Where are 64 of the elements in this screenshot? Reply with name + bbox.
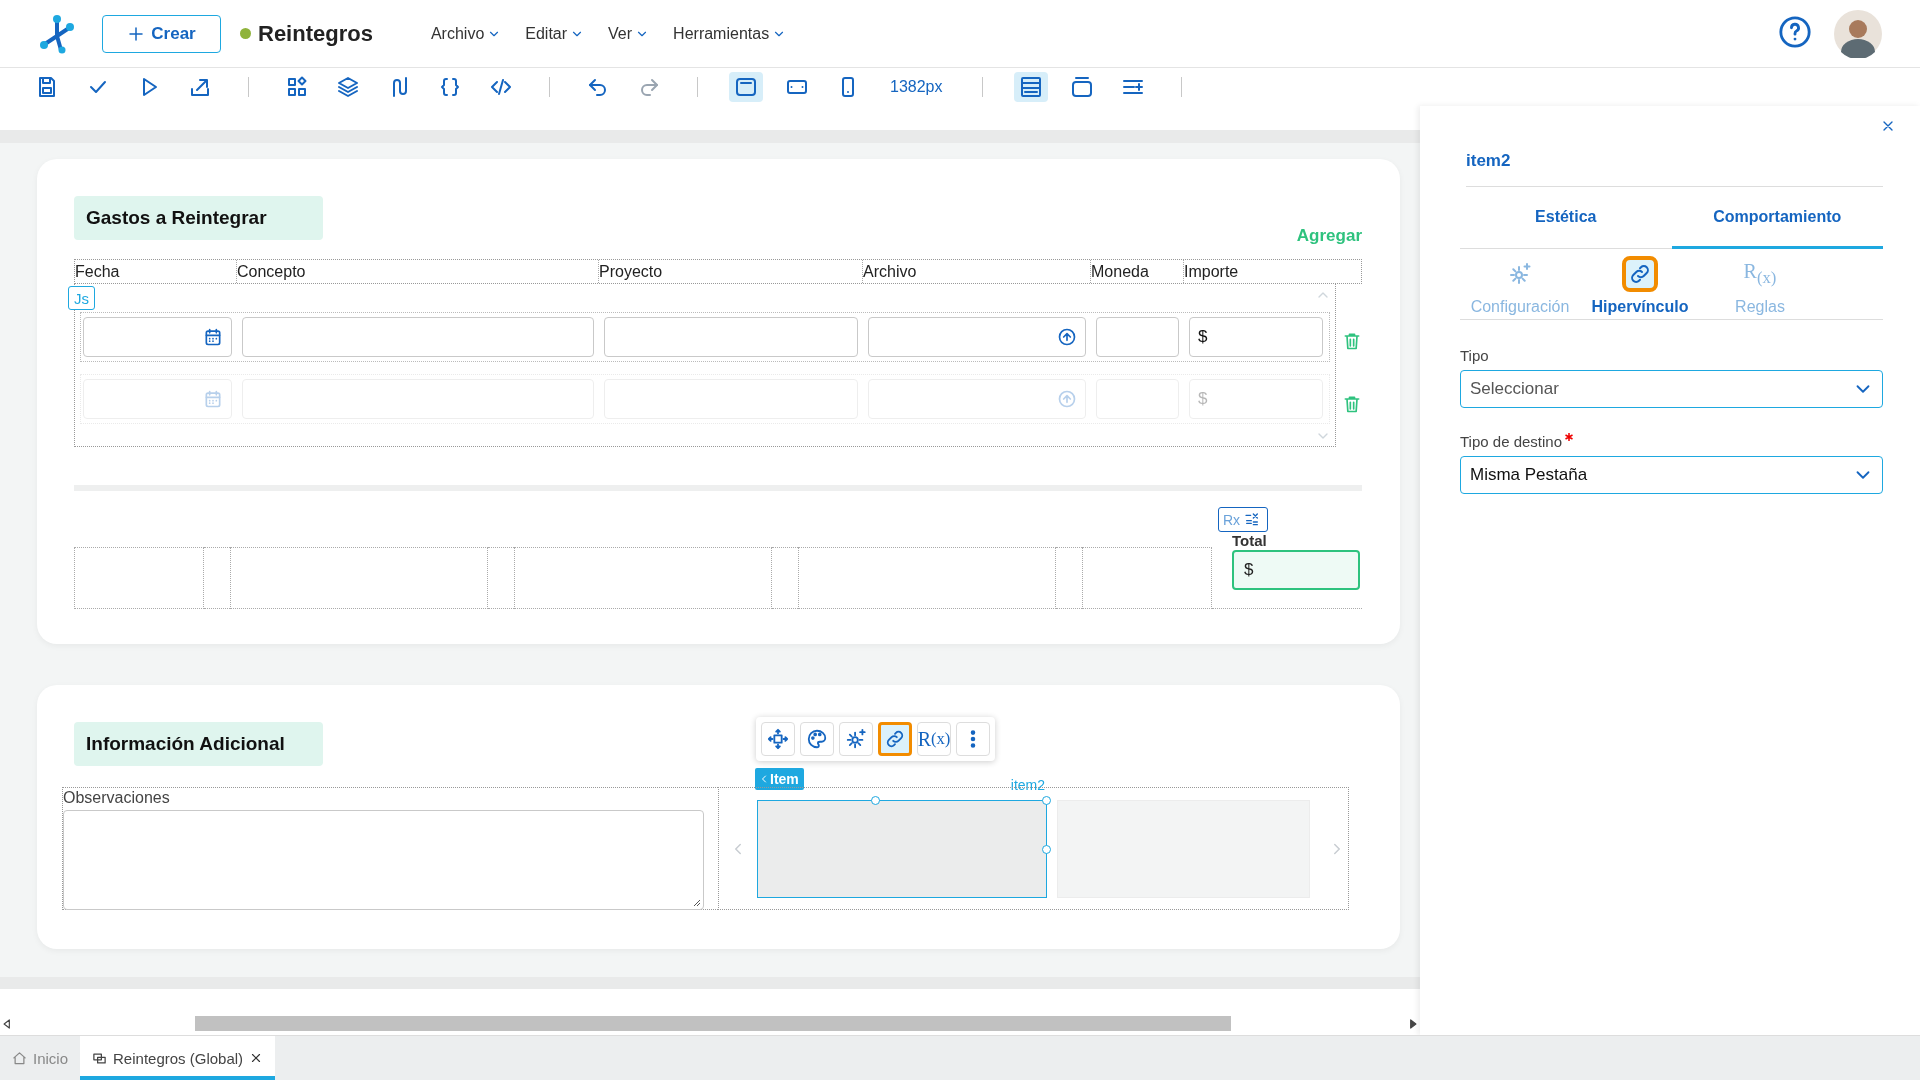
tab[interactable]: Estética: [1460, 187, 1672, 249]
resize-handle[interactable]: [1042, 844, 1051, 854]
file-field[interactable]: [868, 317, 1086, 357]
text-field[interactable]: [604, 317, 858, 357]
menu-item[interactable]: Ver: [608, 24, 650, 43]
scrollbar-thumb[interactable]: [195, 1016, 1231, 1031]
column-header: Archivo: [863, 260, 1091, 283]
avatar-icon[interactable]: [1834, 9, 1882, 58]
currency-field[interactable]: $: [1189, 317, 1323, 357]
help-icon: [1778, 14, 1812, 49]
menu-item[interactable]: Herramientas: [673, 24, 787, 43]
upload-icon: [1057, 327, 1077, 347]
settings-icon: [1508, 262, 1532, 286]
move-icon[interactable]: [761, 722, 795, 756]
text-field[interactable]: [1096, 317, 1179, 357]
column-header: Fecha: [75, 260, 237, 283]
panel-title: item2: [1466, 151, 1883, 187]
select-field[interactable]: Seleccionar: [1460, 370, 1883, 408]
total-field[interactable]: $: [1232, 550, 1360, 590]
calendar-icon: [203, 327, 223, 347]
field-label: Observaciones: [63, 788, 171, 808]
canvas-width-label: 1382px: [890, 78, 943, 96]
menu-item[interactable]: Editar: [525, 24, 585, 43]
field-label: Tipo: [1460, 347, 1489, 364]
field-label: Tipo de destino: [1460, 433, 1562, 450]
rules-icon: R$_{(x)}$: [1743, 260, 1777, 288]
resize-handle[interactable]: [1042, 795, 1051, 805]
trash-icon: [1342, 394, 1362, 414]
section-title: Información Adicional: [74, 722, 323, 766]
column-header: Proyecto: [599, 260, 863, 283]
link-icon[interactable]: [878, 722, 912, 756]
settings-icon[interactable]: [839, 722, 873, 756]
status-dot-icon: [240, 28, 251, 39]
text-field[interactable]: [242, 317, 594, 357]
tab[interactable]: Comportamiento: [1671, 187, 1883, 249]
more-icon[interactable]: [956, 722, 990, 756]
column-header: Concepto: [237, 260, 599, 283]
home-icon: [12, 1050, 27, 1066]
create-button[interactable]: Crear: [102, 14, 221, 53]
resize-handle[interactable]: [871, 795, 880, 805]
palette-icon[interactable]: [800, 722, 834, 756]
trash-icon: [1342, 331, 1362, 351]
calendar-icon: [203, 389, 223, 409]
section-title: Gastos a Reintegrar: [74, 196, 323, 240]
subtab[interactable]: Hipervínculo: [1580, 249, 1700, 319]
menu-item[interactable]: Archivo: [430, 24, 502, 43]
formula-icon: [1244, 511, 1261, 528]
logo-icon[interactable]: [37, 13, 77, 54]
document-tab[interactable]: Inicio: [0, 1036, 81, 1080]
resize-grip-icon[interactable]: [691, 897, 701, 907]
plus-icon: [127, 24, 146, 43]
total-label: Total: [1232, 532, 1268, 549]
document-icon: [92, 1050, 108, 1066]
item-label: item2: [1010, 777, 1045, 793]
link-icon: [1628, 262, 1652, 286]
document-tab[interactable]: Reintegros (Global): [80, 1036, 276, 1080]
column-header: Importe: [1184, 262, 1240, 282]
layout-icon[interactable]: [1013, 72, 1048, 102]
desktop-view-icon[interactable]: [729, 72, 763, 102]
date-field[interactable]: [83, 317, 232, 357]
upload-icon: [1057, 389, 1077, 409]
column-header: Moneda: [1091, 260, 1184, 283]
app-title: Reintegros: [258, 20, 373, 47]
select-field[interactable]: Misma Pestaña: [1460, 456, 1883, 494]
